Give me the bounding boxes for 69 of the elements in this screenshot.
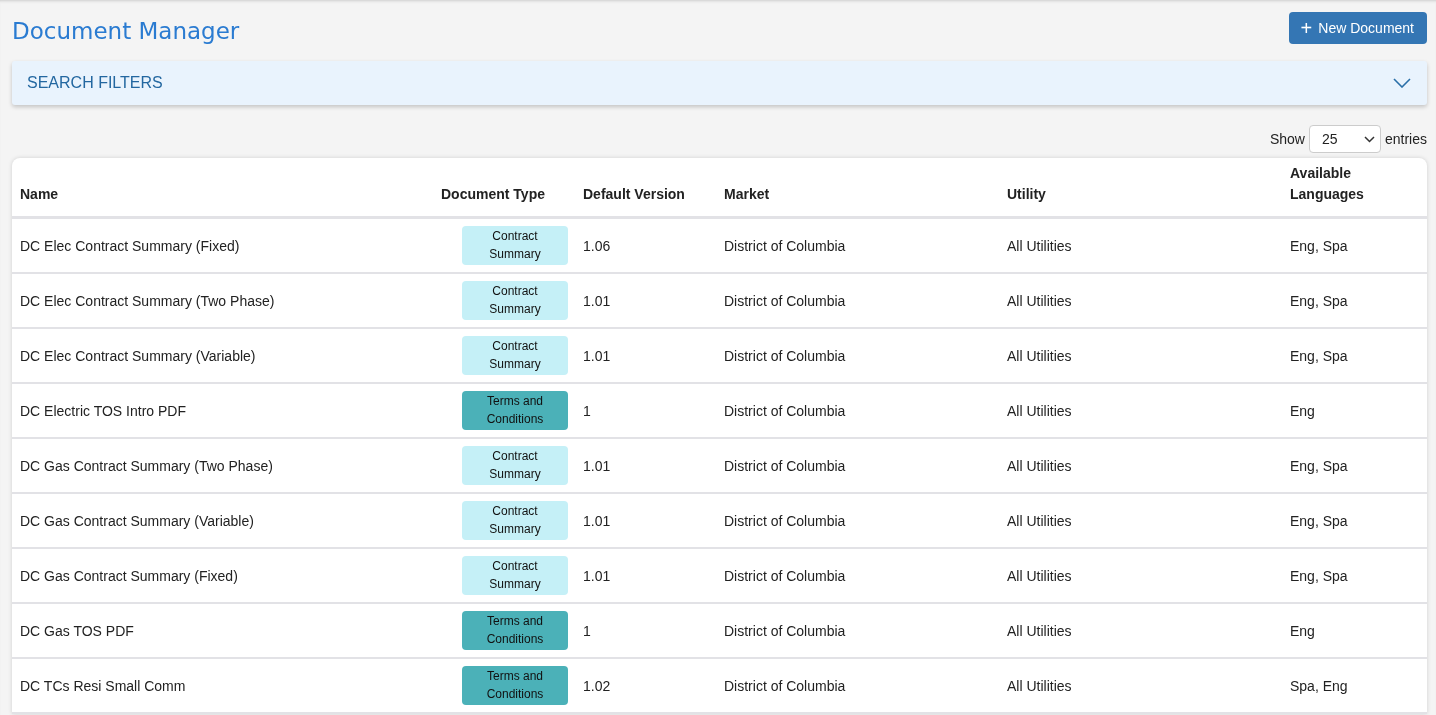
document-type-tag: Terms and Conditions: [462, 611, 568, 650]
show-label: Show: [1269, 131, 1305, 147]
table-cell-text: All Utilities: [1006, 677, 1073, 694]
table-cell-text: District of Columbia: [723, 402, 847, 419]
table-cell-text: District of Columbia: [723, 457, 847, 474]
table-cell-text: 1.01: [582, 292, 612, 309]
table-cell-text: Spa, Eng: [1289, 677, 1349, 694]
table-cell-text: Eng, Spa: [1289, 292, 1349, 309]
table-cell-text: 1.06: [582, 237, 612, 254]
table-cell-text: Eng, Spa: [1289, 512, 1349, 529]
entries-label: entries: [1384, 131, 1427, 147]
table-cell-text: District of Columbia: [723, 677, 847, 694]
document-type-tag: Contract Summary: [462, 281, 568, 320]
table-cell-text: All Utilities: [1006, 567, 1073, 584]
document-type-tag: Contract Summary: [462, 336, 568, 375]
table-cell-text: District of Columbia: [723, 512, 847, 529]
document-type-tag: Terms and Conditions: [462, 666, 568, 705]
table-cell-text: DC Elec Contract Summary (Two Phase): [19, 292, 276, 309]
table-cell-text: District of Columbia: [723, 347, 847, 364]
column-header[interactable]: Name: [12, 184, 433, 216]
column-header[interactable]: Utility: [999, 184, 1282, 216]
table-cell-text: 1: [582, 402, 592, 419]
table-cell-text: DC Gas TOS PDF: [19, 622, 135, 639]
table-cell-text: DC Elec Contract Summary (Fixed): [19, 237, 241, 254]
table-cell-text: 1: [582, 622, 592, 639]
table-cell-text: 1.01: [582, 567, 612, 584]
table-cell-text: 1.01: [582, 457, 612, 474]
table-cell-text: Eng: [1289, 622, 1316, 639]
table-cell-text: Eng, Spa: [1289, 567, 1349, 584]
table-cell-text: DC Gas Contract Summary (Two Phase): [19, 457, 274, 474]
table-cell-text: District of Columbia: [723, 237, 847, 254]
document-type-tag: Contract Summary: [462, 501, 568, 540]
table-cell-text: All Utilities: [1006, 512, 1073, 529]
table-cell-text: All Utilities: [1006, 457, 1073, 474]
table-cell-text: DC Electric TOS Intro PDF: [19, 402, 187, 419]
document-type-tag: Contract Summary: [462, 556, 568, 595]
document-type-tag: Contract Summary: [462, 226, 568, 265]
table-cell-text: Eng: [1289, 402, 1316, 419]
document-type-tag: Terms and Conditions: [462, 391, 568, 430]
page-size-select[interactable]: 25: [1308, 125, 1381, 153]
table-cell-text: Eng, Spa: [1289, 457, 1349, 474]
table-cell-text: DC Elec Contract Summary (Variable): [19, 347, 257, 364]
column-header[interactable]: Market: [716, 184, 999, 216]
table-cell-text: All Utilities: [1006, 622, 1073, 639]
column-header[interactable]: Available Languages: [1282, 163, 1380, 216]
table-cell-text: DC TCs Resi Small Comm: [19, 677, 187, 694]
search-filters-panel[interactable]: SEARCH FILTERS: [12, 61, 1427, 105]
table-cell-text: Eng, Spa: [1289, 237, 1349, 254]
column-header[interactable]: Document Type: [433, 184, 575, 216]
page-title: Document Manager: [12, 18, 240, 44]
table-cell-text: All Utilities: [1006, 237, 1073, 254]
table-cell-text: DC Gas Contract Summary (Variable): [19, 512, 255, 529]
new-document-button[interactable]: + New Document: [1288, 12, 1427, 44]
table-cell-text: 1.01: [582, 512, 612, 529]
table-cell-text: All Utilities: [1006, 292, 1073, 309]
table-cell-text: All Utilities: [1006, 402, 1073, 419]
table-cell-text: District of Columbia: [723, 292, 847, 309]
table-cell-text: All Utilities: [1006, 347, 1073, 364]
caret-down-icon[interactable]: [1363, 135, 1375, 143]
chevron-down-icon[interactable]: [1393, 78, 1411, 88]
table-cell-text: 1.02: [582, 677, 612, 694]
table-cell-text: 1.01: [582, 347, 612, 364]
table-cell-text: Eng, Spa: [1289, 347, 1349, 364]
column-header[interactable]: Default Version: [575, 184, 716, 216]
document-type-tag: Contract Summary: [462, 446, 568, 485]
table-cell-text: District of Columbia: [723, 567, 847, 584]
table-cell-text: District of Columbia: [723, 622, 847, 639]
table-cell-text: DC Gas Contract Summary (Fixed): [19, 567, 239, 584]
filters-heading: SEARCH FILTERS: [27, 74, 163, 92]
